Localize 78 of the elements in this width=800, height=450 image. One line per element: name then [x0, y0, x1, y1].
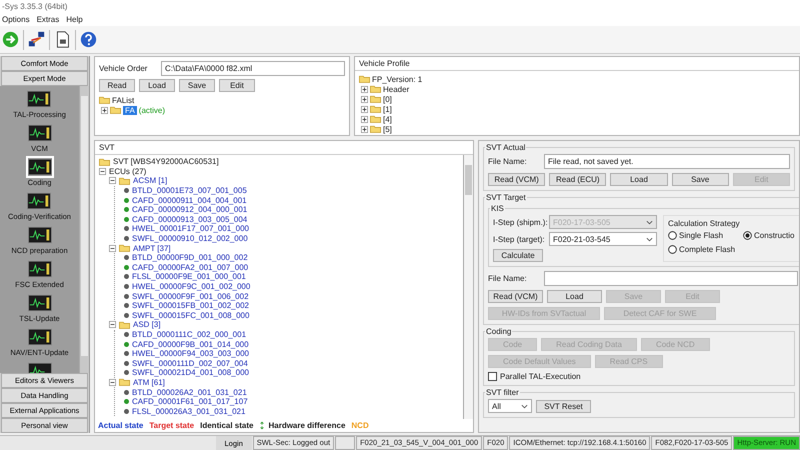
field-label: I-Step (shipm.):	[493, 218, 545, 226]
action-button[interactable]: Load	[547, 290, 602, 303]
tree-item[interactable]: HWEL_00000F94_003_003_000	[132, 349, 249, 358]
tree-item[interactable]: [4]	[383, 114, 392, 124]
tree-item[interactable]: SVT [WBS4Y92000AC60531]	[113, 157, 219, 166]
panel-title: Vehicle Profile	[355, 57, 799, 71]
tree-item[interactable]: FP_Version: 1	[372, 74, 422, 84]
action-button[interactable]: Read (ECU)	[549, 173, 606, 186]
tree-item[interactable]: CAFD_00000913_003_005_004	[132, 214, 248, 224]
dropdown[interactable]: F020-21-03-545	[549, 232, 657, 246]
action-button[interactable]: Read (VCM)	[488, 173, 546, 186]
tree-item[interactable]: CAFD_00000FA2_001_007_000	[132, 262, 248, 272]
tree-item[interactable]: SWFL_000015FC_001_008_000	[132, 310, 250, 320]
field-label: I-Step (target):	[493, 234, 545, 244]
tree-item[interactable]: BTLD_00000F9D_001_000_002	[132, 253, 248, 262]
legend-label: NCD	[351, 421, 369, 430]
tree-item[interactable]: BTLD_00001E73_007_001_005	[132, 186, 247, 196]
tree-item[interactable]: [5]	[383, 124, 392, 134]
tree-item[interactable]: SWFL_000015FB_001_002_002	[132, 301, 249, 310]
legend-label: Actual state	[98, 421, 144, 430]
tree-item[interactable]: SWFL_00000F9F_001_006_002	[132, 292, 249, 301]
menu-item[interactable]: Help	[66, 15, 83, 24]
tree-item[interactable]: BTLD_000026A2_001_031_021	[132, 388, 247, 397]
tree-item[interactable]: SWFL_000021D4_001_008_000	[132, 368, 249, 378]
tree-item[interactable]: FLSL_00000F9E_001_000_001	[132, 272, 246, 282]
filter-dropdown[interactable]: All	[488, 399, 532, 413]
action-button[interactable]: Load	[139, 79, 175, 92]
tree-item[interactable]: CAFD_00001F61_001_017_107	[132, 397, 248, 406]
tree-item[interactable]: [0]	[383, 94, 392, 104]
tree-item[interactable]: SWFL_00000910_012_002_000	[132, 234, 248, 244]
tree-item[interactable]: BTLD_0000111C_002_000_001	[132, 330, 246, 339]
tree-item[interactable]: FAList	[112, 96, 134, 104]
tree-item[interactable]: ATM [61]	[133, 378, 165, 387]
legend-label: Target state	[149, 421, 194, 430]
tree-item[interactable]: [1]	[383, 104, 392, 114]
action-button[interactable]: Read (VCM)	[488, 290, 543, 303]
legend-label: Identical state	[200, 421, 254, 430]
group-title: Calculation Strategy	[668, 219, 741, 228]
tree-item[interactable]: FA	[123, 106, 137, 114]
tree-item[interactable]: HWEL_00000F9C_001_002_000	[132, 282, 250, 292]
tree-item[interactable]: Header	[383, 84, 410, 94]
tree-item[interactable]: ACSM [1]	[133, 176, 168, 186]
tree-item[interactable]: CAFD_00000F9B_001_014_000	[132, 340, 249, 349]
status-text: (active)	[138, 106, 166, 114]
tree-item[interactable]: ECUs (27)	[109, 166, 146, 176]
menu-item[interactable]: Options	[2, 15, 30, 24]
tree-item[interactable]: SWFL_0000111D_002_007_004	[132, 358, 248, 368]
field-label: File Name:	[488, 274, 528, 283]
tree-item[interactable]: CAFD_00000912_004_000_001	[132, 205, 248, 214]
action-button[interactable]: Save	[179, 79, 215, 92]
field-label: File Name:	[488, 157, 528, 166]
action-button[interactable]: Read	[99, 79, 135, 92]
checkbox-option[interactable]: Parallel TAL-Execution	[488, 372, 790, 381]
radio-option[interactable]: Constructio	[743, 231, 794, 240]
group-title: SVT Actual	[485, 143, 526, 152]
group-title: KIS	[490, 204, 505, 213]
field-label: Vehicle Order	[99, 64, 148, 73]
radio-option[interactable]: Single Flash	[668, 231, 736, 240]
tree-item[interactable]: AMPT [37]	[133, 244, 171, 253]
file-name-field[interactable]: File read, not saved yet.	[544, 154, 790, 169]
svt-reset-button[interactable]: SVT Reset	[536, 400, 591, 412]
calculate-button[interactable]: Calculate	[493, 249, 543, 262]
tree-item[interactable]: FLSL_000026A3_001_031_021	[132, 406, 246, 416]
group-title: SVT Target	[485, 193, 527, 202]
group-title: Coding	[485, 327, 512, 336]
action-button[interactable]: Edit	[219, 79, 255, 92]
path-field[interactable]: C:\Data\FA\0000 f82.xml	[161, 61, 345, 76]
legend-label: Hardware difference	[268, 421, 346, 430]
window-title: -Sys 3.35.3 (64bit)	[0, 0, 800, 13]
action-button[interactable]: Load	[610, 173, 668, 186]
group-title: SVT filter	[485, 388, 520, 397]
tree-item[interactable]: HWEL_00001F17_007_001_000	[132, 224, 249, 234]
action-button[interactable]: Save	[672, 173, 729, 186]
menu-item[interactable]: Extras	[36, 15, 60, 24]
tree-item[interactable]: CAFD_00000911_004_004_001	[132, 196, 247, 205]
radio-option[interactable]: Complete Flash	[668, 245, 736, 254]
panel-title: SVT	[95, 141, 473, 155]
tree-item[interactable]: ASD [3]	[133, 320, 161, 330]
